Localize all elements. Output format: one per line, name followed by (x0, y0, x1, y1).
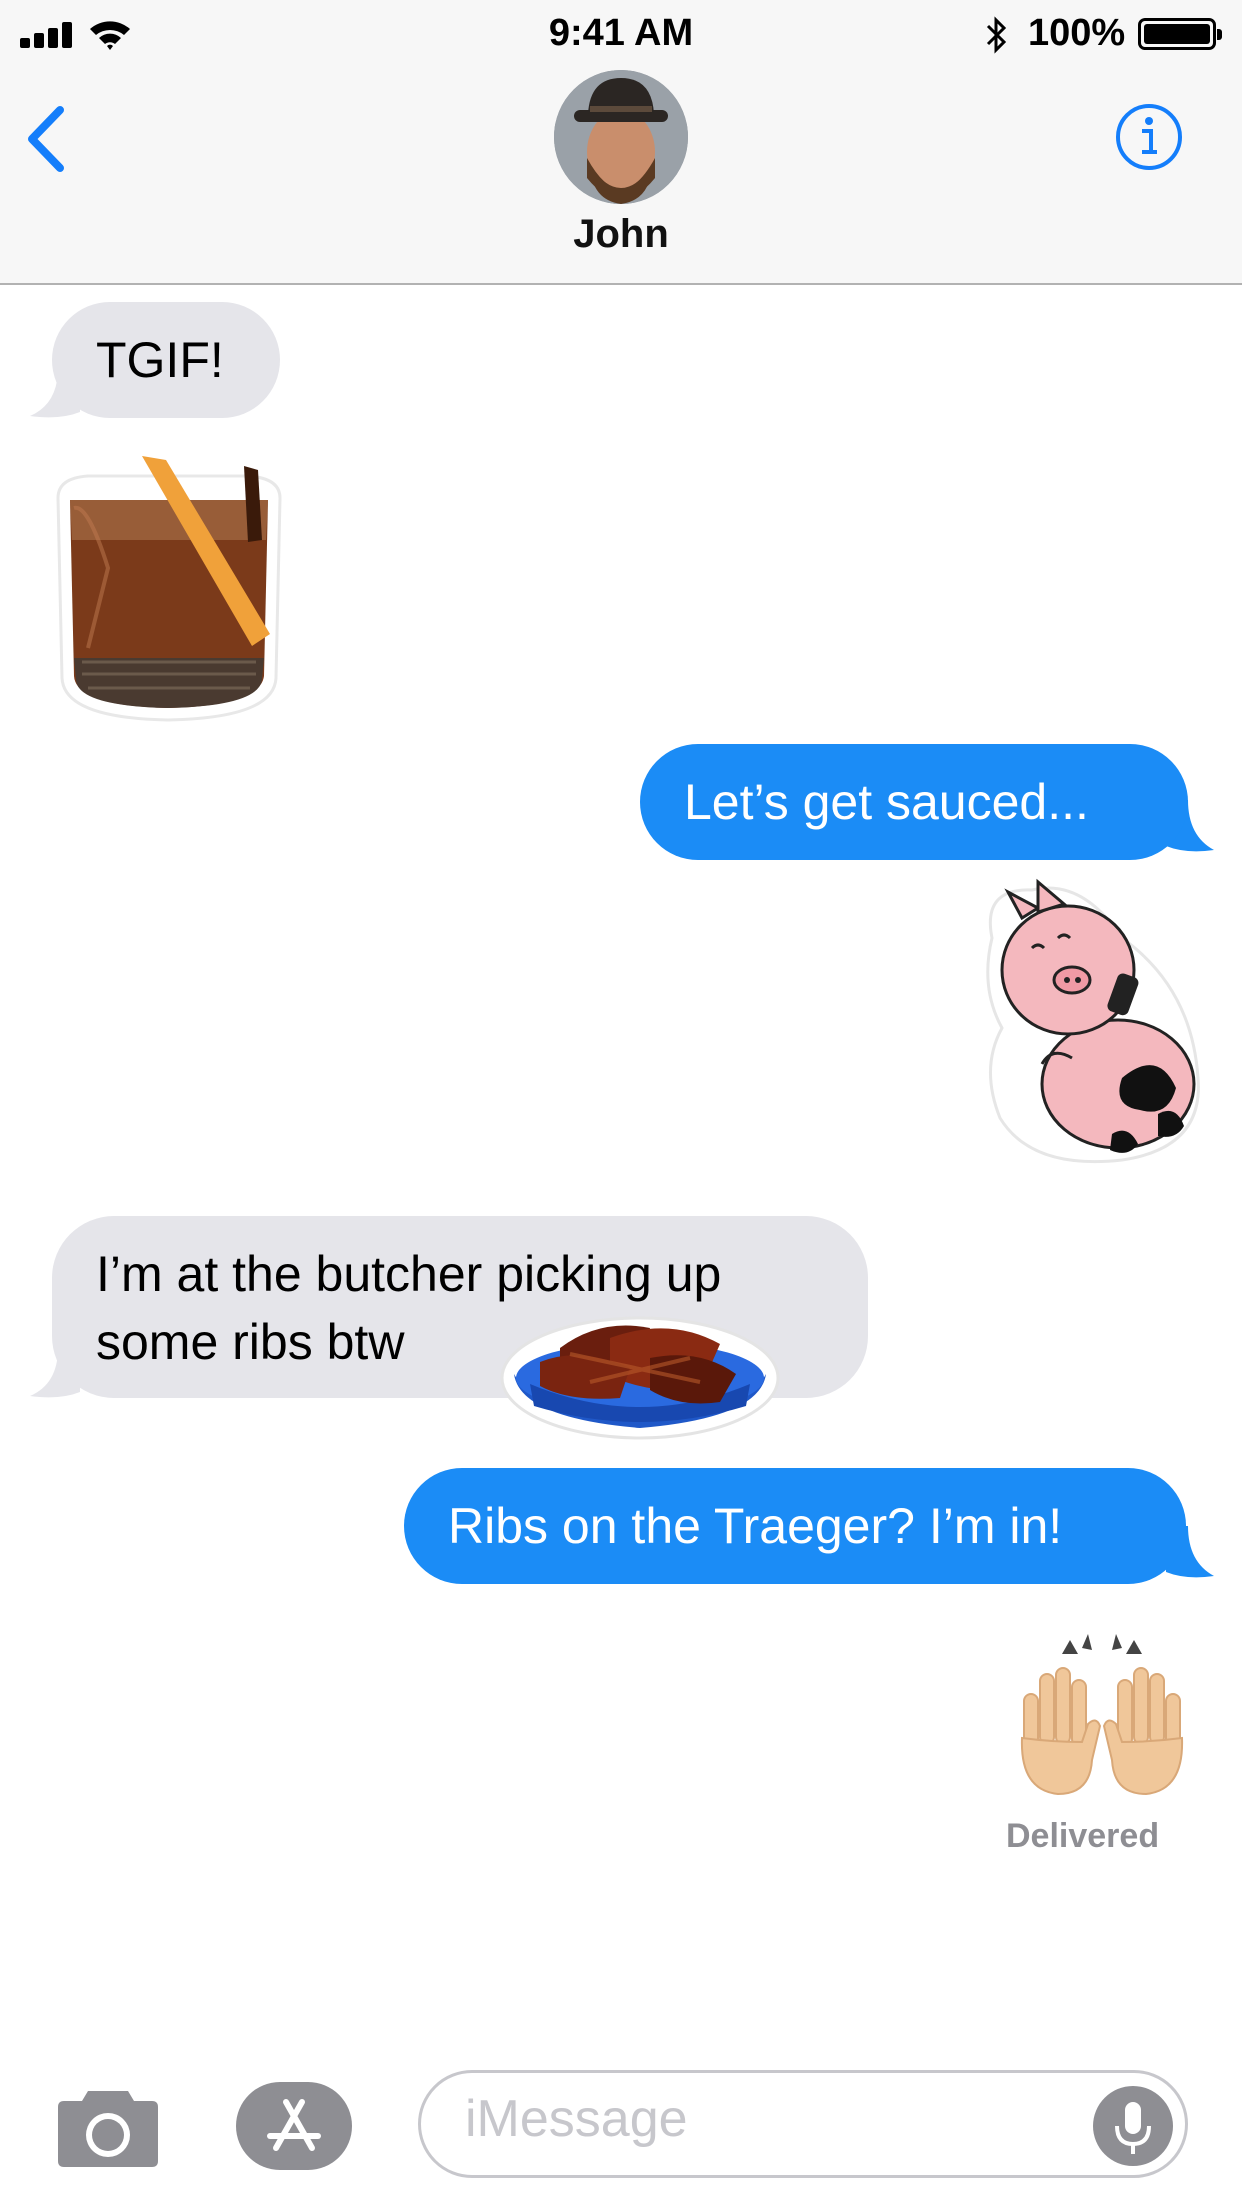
imessage-input[interactable]: iMessage (418, 2070, 1188, 2178)
microphone-button[interactable] (1093, 2086, 1173, 2166)
info-icon[interactable] (1114, 102, 1184, 172)
status-bar: 9:41 AM 100% (0, 0, 1242, 62)
contact-name[interactable]: John (0, 212, 1242, 257)
message-text: Ribs on the Traeger? I’m in! (448, 1498, 1063, 1554)
message-text: Let’s get sauced... (684, 774, 1089, 830)
delivery-status: Delivered (1006, 1817, 1160, 1855)
back-chevron-icon[interactable] (22, 104, 70, 174)
bluetooth-icon (986, 16, 1007, 54)
incoming-message-bubble[interactable]: TGIF! (52, 302, 280, 418)
conversation-header: 9:41 AM 100% John (0, 0, 1242, 285)
pig-sticker[interactable] (972, 878, 1204, 1168)
cocktail-sticker[interactable] (48, 448, 288, 726)
ribs-basket-sticker[interactable] (500, 1298, 780, 1440)
contact-avatar[interactable] (554, 70, 688, 204)
outgoing-message-bubble[interactable]: Ribs on the Traeger? I’m in! (404, 1468, 1186, 1584)
app-store-button[interactable] (236, 2082, 352, 2170)
app-store-icon (267, 2099, 321, 2151)
battery-icon (1138, 18, 1222, 50)
raised-hands-emoji[interactable] (1012, 1630, 1192, 1800)
battery-percent: 100% (1028, 12, 1126, 54)
microphone-icon (1115, 2102, 1151, 2154)
input-placeholder: iMessage (465, 2090, 688, 2148)
message-text: TGIF! (96, 332, 224, 388)
outgoing-message-bubble[interactable]: Let’s get sauced... (640, 744, 1188, 860)
camera-icon[interactable] (56, 2085, 160, 2169)
